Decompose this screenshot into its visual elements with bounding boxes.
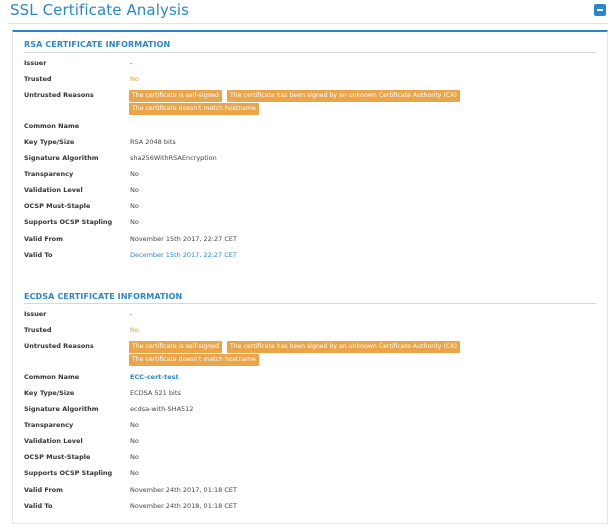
row-value: November 24th 2017, 01:18 CET (130, 486, 237, 494)
ecdsa-row-trusted: Trusted No (24, 326, 596, 340)
status-badge: The certificate has been signed by an un… (227, 341, 460, 353)
trusted-value: No (130, 75, 139, 83)
rsa-section-divider (24, 52, 596, 53)
row-label: Trusted (24, 326, 52, 334)
rsa-row-valid-to: Valid To December 15th 2017, 22:27 CET (24, 251, 596, 265)
row-label: Issuer (24, 310, 47, 318)
row-value: November 24th 2018, 01:18 CET (130, 502, 237, 510)
row-label: Untrusted Reasons (24, 342, 94, 350)
common-name-value: ECC-cert-test (130, 373, 179, 381)
row-label: Transparency (24, 421, 74, 429)
title-divider (8, 23, 608, 24)
row-label: Untrusted Reasons (24, 91, 94, 99)
row-value: - (130, 310, 133, 318)
status-badge: The certificate is self-signed (129, 90, 222, 102)
status-badge: The certificate has been signed by an un… (227, 90, 460, 102)
row-label: Supports OCSP Stapling (24, 218, 113, 226)
row-value: - (130, 59, 133, 67)
collapse-button[interactable] (594, 4, 606, 16)
row-value: sha256WithRSAEncryption (130, 154, 217, 162)
trusted-value: No (130, 326, 139, 334)
ecdsa-row-untrusted-reasons: Untrusted Reasons The certificate is sel… (24, 341, 596, 366)
row-value: ecdsa-with-SHA512 (130, 405, 194, 413)
row-label: Key Type/Size (24, 138, 75, 146)
row-label: Common Name (24, 373, 80, 381)
ecdsa-row-key-type: Key Type/Size ECDSA 521 bits (24, 389, 596, 403)
ecdsa-row-valid-from: Valid From November 24th 2017, 01:18 CET (24, 486, 596, 500)
row-value: No (130, 469, 139, 477)
ecdsa-section-title: ECDSA CERTIFICATE INFORMATION (24, 292, 183, 301)
rsa-row-validation-level: Validation Level No (24, 186, 596, 200)
certificate-panel: RSA CERTIFICATE INFORMATION Issuer - Tru… (12, 30, 608, 524)
row-value: No (130, 186, 139, 194)
row-value: No (130, 218, 139, 226)
rsa-row-common-name: Common Name (24, 122, 596, 136)
ecdsa-row-validation-level: Validation Level No (24, 437, 596, 451)
ecdsa-row-transparency: Transparency No (24, 421, 596, 435)
row-value: No (130, 202, 139, 210)
rsa-row-issuer: Issuer - (24, 59, 596, 73)
row-label: Transparency (24, 170, 74, 178)
row-label: Trusted (24, 75, 52, 83)
row-label: Signature Algorithm (24, 154, 99, 162)
row-label: Common Name (24, 122, 80, 130)
row-label: Valid To (24, 251, 53, 259)
rsa-row-valid-from: Valid From November 15th 2017, 22:27 CET (24, 235, 596, 249)
ecdsa-row-ocsp-stapling: Supports OCSP Stapling No (24, 469, 596, 483)
rsa-row-signature-algorithm: Signature Algorithm sha256WithRSAEncrypt… (24, 154, 596, 168)
row-value: No (130, 421, 139, 429)
rsa-row-transparency: Transparency No (24, 170, 596, 184)
row-value: RSA 2048 bits (130, 138, 176, 146)
status-badge: The certificate doesn't match hostname (129, 354, 259, 366)
status-badge: The certificate is self-signed (129, 341, 222, 353)
ecdsa-section-divider (24, 303, 596, 304)
valid-to-value: December 15th 2017, 22:27 CET (130, 251, 237, 259)
row-value: No (130, 453, 139, 461)
ecdsa-row-valid-to: Valid To November 24th 2018, 01:18 CET (24, 502, 596, 516)
row-label: Signature Algorithm (24, 405, 99, 413)
row-label: Issuer (24, 59, 47, 67)
rsa-row-ocsp-must-staple: OCSP Must-Staple No (24, 202, 596, 216)
row-label: Validation Level (24, 186, 83, 194)
row-label: Validation Level (24, 437, 83, 445)
row-label: Key Type/Size (24, 389, 75, 397)
row-label: Supports OCSP Stapling (24, 469, 113, 477)
row-value: ECDSA 521 bits (130, 389, 181, 397)
ecdsa-row-signature-algorithm: Signature Algorithm ecdsa-with-SHA512 (24, 405, 596, 419)
row-label: Valid From (24, 486, 63, 494)
row-value: No (130, 437, 139, 445)
row-label: Valid From (24, 235, 63, 243)
ecdsa-row-issuer: Issuer - (24, 310, 596, 324)
row-value: No (130, 170, 139, 178)
rsa-row-untrusted-reasons: Untrusted Reasons The certificate is sel… (24, 90, 596, 115)
rsa-row-ocsp-stapling: Supports OCSP Stapling No (24, 218, 596, 232)
ecdsa-row-ocsp-must-staple: OCSP Must-Staple No (24, 453, 596, 467)
rsa-row-key-type: Key Type/Size RSA 2048 bits (24, 138, 596, 152)
row-value: November 15th 2017, 22:27 CET (130, 235, 237, 243)
row-label: OCSP Must-Staple (24, 202, 91, 210)
row-label: OCSP Must-Staple (24, 453, 91, 461)
row-label: Valid To (24, 502, 53, 510)
rsa-row-trusted: Trusted No (24, 75, 596, 89)
page-title: SSL Certificate Analysis (10, 1, 190, 19)
rsa-section-title: RSA CERTIFICATE INFORMATION (24, 40, 171, 49)
status-badge: The certificate doesn't match hostname (129, 103, 259, 115)
ecdsa-row-common-name: Common Name ECC-cert-test (24, 373, 596, 387)
